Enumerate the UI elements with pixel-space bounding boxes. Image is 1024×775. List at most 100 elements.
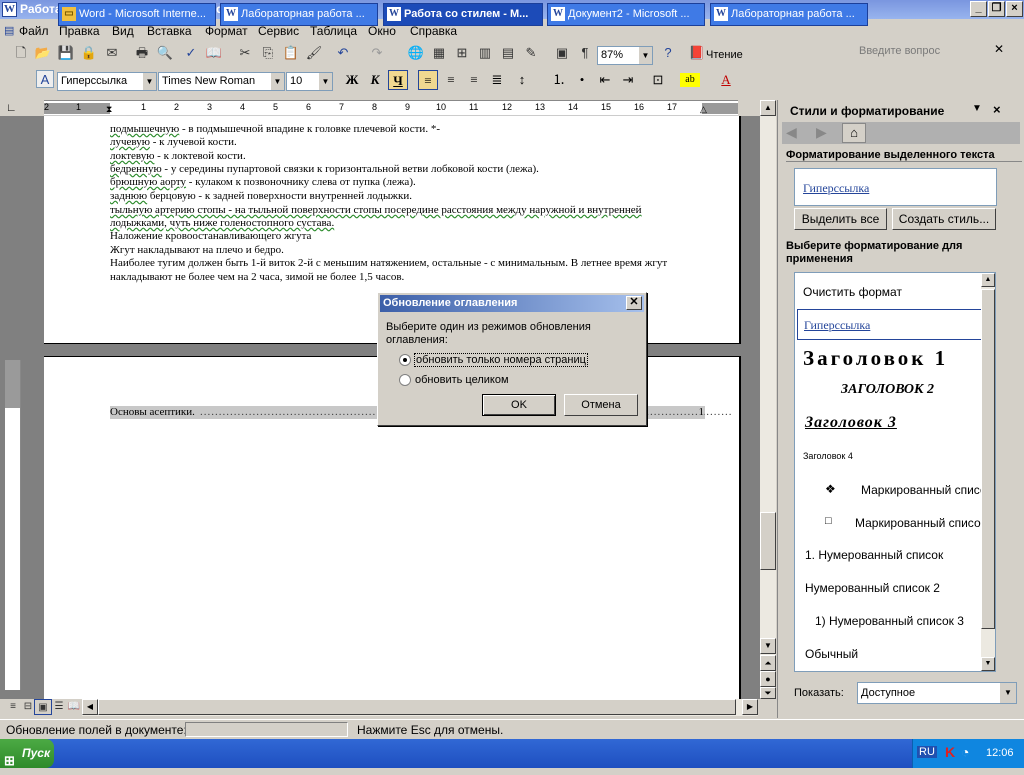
menu-view[interactable]: Вид <box>112 24 134 38</box>
paste-icon[interactable]: 📋 <box>282 44 300 62</box>
underline-button[interactable]: Ч <box>388 70 408 90</box>
reading-icon[interactable]: 📕 <box>688 44 706 62</box>
language-indicator[interactable]: RU <box>917 746 937 758</box>
permission-icon[interactable]: 🔒 <box>80 44 98 62</box>
ok-button[interactable]: OK <box>482 394 556 416</box>
highlight-icon[interactable]: ab <box>680 73 700 87</box>
style-item-heading4[interactable]: Заголовок 4 ¶ <box>795 443 995 471</box>
reading-label[interactable]: Чтение <box>706 49 743 61</box>
close-document-icon[interactable]: ✕ <box>994 42 1004 56</box>
insert-excel-icon[interactable]: ▥ <box>476 44 494 62</box>
style-item-heading2[interactable]: ЗАГОЛОВОК 2 ¶ <box>795 377 995 405</box>
style-select[interactable]: Гиперссылка ▼ <box>57 72 157 91</box>
scroll-right-icon[interactable]: ▶ <box>742 699 758 715</box>
justify-icon[interactable]: ≣ <box>487 70 507 90</box>
copy-icon[interactable]: ⎘ <box>259 44 277 62</box>
style-item-numbered1[interactable]: 1. Нумерованный список ¶ <box>795 542 995 570</box>
align-left-icon[interactable]: ≡ <box>418 70 438 90</box>
previous-page-icon[interactable]: ⏶ <box>760 655 776 671</box>
scroll-down-icon[interactable]: ▼ <box>760 638 776 654</box>
show-select[interactable]: Доступное ▼ <box>857 682 1017 704</box>
vertical-scrollbar[interactable]: ▲ ▼ ⏶ ● ⏷ <box>760 100 776 699</box>
style-item-bullet1[interactable]: ❖ Маркированный список ¶ <box>795 476 995 504</box>
styles-pane-icon[interactable]: A <box>36 70 54 88</box>
menu-help[interactable]: Справка <box>410 24 457 38</box>
bullets-icon[interactable]: • <box>572 70 592 90</box>
document-map-icon[interactable]: ▣ <box>553 44 571 62</box>
forward-icon[interactable]: ▶ <box>816 124 827 141</box>
doc-menu-icon[interactable]: ▤ <box>4 24 14 37</box>
ask-question-box[interactable]: Введите вопрос <box>856 42 1006 60</box>
scroll-thumb[interactable] <box>760 512 776 570</box>
save-icon[interactable]: 💾 <box>57 44 75 62</box>
borders-icon[interactable]: ⊡ <box>648 70 668 90</box>
menu-edit[interactable]: Правка <box>59 24 100 38</box>
task-pane-menu-icon[interactable]: ▼ <box>972 103 982 114</box>
print-icon[interactable]: 🖶 <box>133 44 151 62</box>
menu-window[interactable]: Окно <box>368 24 396 38</box>
browse-object-icon[interactable]: ● <box>760 671 776 687</box>
next-page-icon[interactable]: ⏷ <box>760 687 776 699</box>
restore-button[interactable]: ❐ <box>988 1 1005 17</box>
style-item-heading1[interactable]: Заголовок 1 ¶ <box>795 343 995 375</box>
tab-selector-icon[interactable]: ∟ <box>6 102 17 114</box>
style-item-numbered3[interactable]: 1) Нумерованный список 3 ¶ <box>795 608 995 636</box>
font-select[interactable]: Times New Roman ▼ <box>158 72 285 91</box>
show-hide-icon[interactable]: ¶ <box>576 44 594 62</box>
format-painter-icon[interactable]: 🖌 <box>305 44 323 62</box>
line-spacing-icon[interactable]: ↕ <box>512 70 532 90</box>
increase-indent-icon[interactable]: ⇥ <box>618 70 638 90</box>
new-document-icon[interactable]: 🗋 <box>12 44 30 62</box>
option-update-page-numbers-label[interactable]: обновить только номера страниц <box>414 353 588 367</box>
styles-scroll-thumb[interactable] <box>981 289 995 629</box>
select-all-button[interactable]: Выделить все <box>794 208 887 230</box>
align-right-icon[interactable]: ≡ <box>464 70 484 90</box>
network-icon[interactable]: ◔ <box>961 744 969 760</box>
styles-scroll-up-icon[interactable]: ▲ <box>981 273 995 287</box>
dialog-close-button[interactable]: ✕ <box>626 296 642 310</box>
styles-scroll-down-icon[interactable]: ▼ <box>981 657 995 671</box>
right-indent-marker-icon[interactable]: △ <box>700 104 707 115</box>
redo-icon[interactable]: ↷ <box>368 44 386 62</box>
columns-icon[interactable]: ▤ <box>499 44 517 62</box>
menu-tools[interactable]: Сервис <box>258 24 299 38</box>
style-item-heading3[interactable]: Заголовок 3 ¶ <box>795 409 995 439</box>
style-item-clear[interactable]: Очистить формат <box>795 280 981 304</box>
horizontal-ruler[interactable]: 2 1 1 2 3 4 5 6 7 8 9 10 11 12 13 14 15 … <box>44 100 738 116</box>
radio-update-page-numbers[interactable] <box>399 354 411 366</box>
font-color-icon[interactable]: A <box>716 70 736 90</box>
italic-button[interactable]: К <box>365 70 385 90</box>
style-item-hyperlink[interactable]: Гиперссылка a <box>797 309 995 340</box>
selected-style-box[interactable]: Гиперссылка <box>794 168 997 206</box>
cancel-button[interactable]: Отмена <box>564 394 638 416</box>
style-item-numbered2[interactable]: Нумерованный список 2 ¶ <box>795 575 995 603</box>
print-preview-icon[interactable]: 🔍 <box>156 44 174 62</box>
back-icon[interactable]: ◀ <box>786 124 797 141</box>
help-icon[interactable]: ? <box>659 44 677 62</box>
hyperlink-icon[interactable]: 🌐 <box>407 44 425 62</box>
menu-table[interactable]: Таблица <box>310 24 357 38</box>
taskbar-item-current[interactable]: W Работа со стилем - М... <box>383 3 543 26</box>
tables-borders-icon[interactable]: ▦ <box>430 44 448 62</box>
horizontal-scroll-thumb[interactable] <box>98 699 736 715</box>
email-icon[interactable]: ✉ <box>103 44 121 62</box>
scroll-up-icon[interactable]: ▲ <box>760 100 776 116</box>
vertical-ruler[interactable] <box>5 360 21 690</box>
drawing-icon[interactable]: ✎ <box>522 44 540 62</box>
zoom-select[interactable]: 87% ▼ <box>597 46 653 65</box>
menu-insert[interactable]: Вставка <box>147 24 192 38</box>
radio-update-entire[interactable] <box>399 374 411 386</box>
style-item-normal[interactable]: Обычный ¶ <box>795 641 995 669</box>
option-update-entire-label[interactable]: обновить целиком <box>415 374 509 386</box>
open-icon[interactable]: 📂 <box>34 44 52 62</box>
new-style-button[interactable]: Создать стиль... <box>892 208 996 230</box>
undo-icon[interactable]: ↶ <box>334 44 352 62</box>
align-center-icon[interactable]: ≡ <box>441 70 461 90</box>
home-icon[interactable]: ⌂ <box>842 123 866 143</box>
close-window-button[interactable]: × <box>1006 1 1023 17</box>
reading-view-icon[interactable]: 📖 <box>65 699 83 715</box>
taskbar-item-doc2[interactable]: W Документ2 - Microsoft ... <box>547 3 705 26</box>
styles-list[interactable]: Очистить формат Гиперссылка a Заголовок … <box>794 272 996 672</box>
horizontal-scrollbar[interactable]: ◀ ▶ <box>82 699 758 716</box>
antivirus-icon[interactable]: K <box>945 744 955 760</box>
